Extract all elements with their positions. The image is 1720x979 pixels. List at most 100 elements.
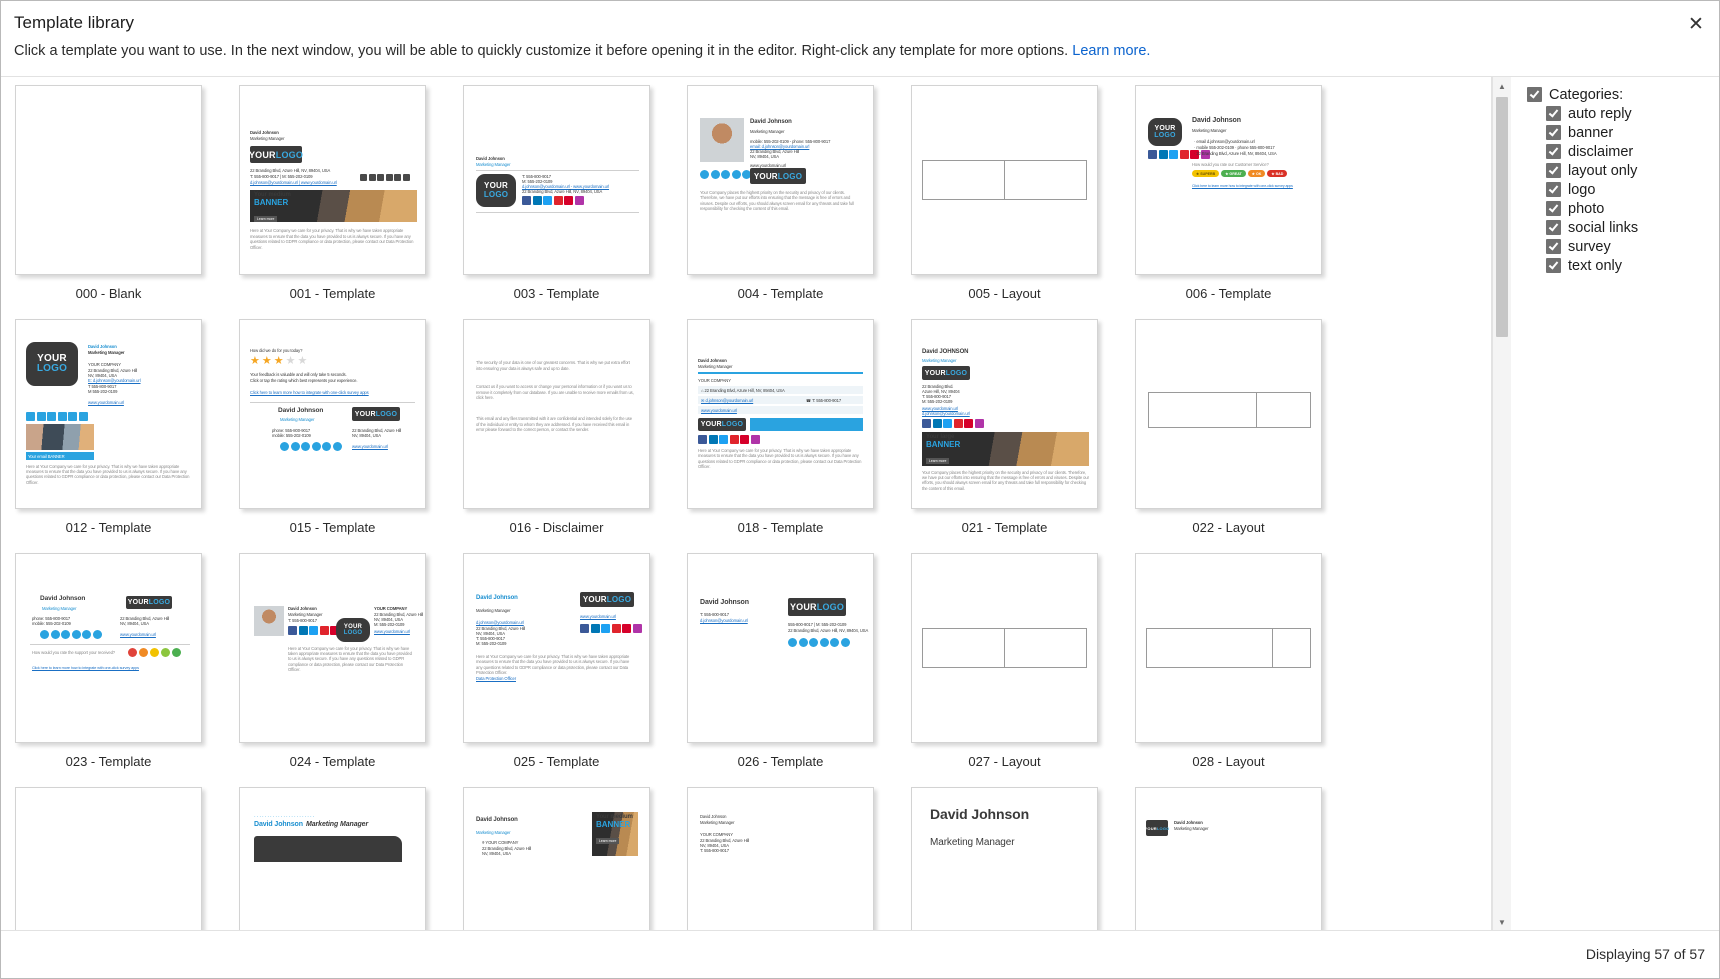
emoji-icon[interactable] <box>161 648 170 657</box>
checkbox-icon[interactable] <box>1546 182 1561 197</box>
social-icon-fb <box>788 638 797 647</box>
layout-divider <box>1256 392 1257 428</box>
template-thumbnail-t033[interactable]: David Johnson Marketing Manager <box>911 787 1098 931</box>
social-icon-tw <box>809 638 818 647</box>
category-label: logo <box>1568 181 1596 198</box>
scrollbar-thumb[interactable] <box>1496 97 1508 337</box>
survey-button-bad[interactable]: ★ BAD <box>1267 170 1288 177</box>
template-thumbnail-t016[interactable]: The security of your data is one of our … <box>463 319 650 509</box>
social-links-icons <box>922 419 984 428</box>
category-item[interactable]: banner <box>1527 123 1719 142</box>
checkbox-icon[interactable] <box>1546 125 1561 140</box>
logo-placeholder: YOUR LOGO <box>126 596 172 609</box>
emoji-icon[interactable] <box>172 648 181 657</box>
template-row: David Johnson Marketing Manager YOUR LOGO ph… <box>1 553 1471 787</box>
template-thumbnail-t027[interactable] <box>911 553 1098 743</box>
emoji-icon[interactable] <box>128 648 137 657</box>
template-thumbnail-t024[interactable]: David Johnson Marketing Manager T: 555-800… <box>239 553 426 743</box>
logo-text-2: LOGO <box>606 595 632 604</box>
template-thumbnail-t032[interactable]: David Johnson Marketing Manager YOUR COMPA… <box>687 787 874 931</box>
gallery-scrollbar[interactable]: ▲ ▼ <box>1492 77 1511 931</box>
checkbox-icon[interactable] <box>1546 258 1561 273</box>
social-icon-li <box>298 626 308 635</box>
template-preview: David Johnson YOUR LOGO Marketing Manager ww… <box>464 554 649 742</box>
template-thumbnail-t006[interactable]: YOUR LOGO David Johnson Marketing Manager · … <box>1135 85 1322 275</box>
template-thumbnail-t001[interactable]: David Johnson Marketing Manager YOUR LOGO 22… <box>239 85 426 275</box>
social-icon-li <box>532 196 542 205</box>
template-cell: David Johnson Marketing Manager ⌾ YOUR COM… <box>463 787 673 931</box>
template-thumbnail-t034[interactable]: YOUR LOGO David Johnson Marketing Manager <box>1135 787 1322 931</box>
template-cell: How did we do for you today? ★ ★ ★ ★ ★ Your fe… <box>239 319 449 547</box>
dialog-description: Click a template you want to use. In the… <box>14 43 1150 59</box>
logo-placeholder: YOUR LOGO <box>698 418 746 431</box>
template-preview: YOUR LOGO David Johnson Marketing Manager YO… <box>26 342 190 485</box>
category-item[interactable]: layout only <box>1527 161 1719 180</box>
checkbox-icon[interactable] <box>1546 201 1561 216</box>
template-cell <box>15 787 225 931</box>
template-thumbnail-t028[interactable] <box>1135 553 1322 743</box>
template-caption: 005 - Layout <box>968 286 1041 301</box>
template-thumbnail-t018[interactable]: David Johnson Marketing Manager YOUR COMPA… <box>687 319 874 509</box>
category-item[interactable]: logo <box>1527 180 1719 199</box>
template-thumbnail-t031[interactable]: David Johnson Marketing Manager ⌾ YOUR COM… <box>463 787 650 931</box>
template-row: YOUR LOGO David Johnson Marketing Manager YO… <box>1 319 1471 553</box>
checkbox-icon[interactable] <box>1546 144 1561 159</box>
emoji-icon[interactable] <box>139 648 148 657</box>
logo-text-2: LOGO <box>945 369 968 377</box>
template-caption: 003 - Template <box>513 286 600 301</box>
category-item[interactable]: photo <box>1527 199 1719 218</box>
checkbox-icon[interactable] <box>1546 106 1561 121</box>
social-icon-li <box>590 624 600 633</box>
social-icon-tw <box>943 419 952 428</box>
logo-text-2: LOGO <box>36 363 68 374</box>
template-thumbnail-t029[interactable] <box>15 787 202 931</box>
template-cell: David Johnson T: 555-800-9017 d.johnson@yo… <box>687 553 897 781</box>
template-thumbnail-t003[interactable]: David Johnson Marketing Manager YOUR LOGO T:… <box>463 85 650 275</box>
social-links-icons <box>26 412 88 421</box>
template-thumbnail-t025[interactable]: David Johnson YOUR LOGO Marketing Manager ww… <box>463 553 650 743</box>
scroll-up-icon[interactable]: ▲ <box>1493 77 1511 95</box>
social-icon-pi <box>622 624 631 633</box>
dialog-body: 000 - Blank David Johnson Marketing Manage… <box>1 77 1719 931</box>
category-item[interactable]: social links <box>1527 218 1719 237</box>
template-thumbnail-t023[interactable]: David Johnson Marketing Manager YOUR LOGO ph… <box>15 553 202 743</box>
survey-button-great[interactable]: ★ GREAT <box>1221 170 1246 177</box>
template-thumbnail-t005[interactable] <box>911 85 1098 275</box>
logo-placeholder: YOUR LOGO <box>476 174 516 207</box>
category-label: banner <box>1568 124 1614 141</box>
template-thumbnail-t021[interactable]: David JOHNSON Marketing Manager YOUR LOGO 22… <box>911 319 1098 509</box>
template-thumbnail-t030[interactable]: ······················· David Johnson Mark… <box>239 787 426 931</box>
logo-text-1: YOUR <box>924 369 946 377</box>
category-item[interactable]: survey <box>1527 237 1719 256</box>
emoji-icon[interactable] <box>150 648 159 657</box>
checkbox-icon[interactable] <box>1546 163 1561 178</box>
template-caption: 001 - Template <box>289 286 376 301</box>
social-links-icons <box>360 174 410 181</box>
categories-header[interactable]: Categories: <box>1527 85 1719 104</box>
category-item[interactable]: text only <box>1527 256 1719 275</box>
template-caption: 012 - Template <box>65 520 152 535</box>
logo-text-2: LOGO <box>816 602 845 612</box>
close-icon[interactable]: ✕ <box>1681 9 1711 39</box>
social-icon-fb <box>580 624 589 633</box>
category-item[interactable]: disclaimer <box>1527 142 1719 161</box>
checkbox-icon[interactable] <box>1546 239 1561 254</box>
category-item[interactable]: auto reply <box>1527 104 1719 123</box>
template-thumbnail-t015[interactable]: How did we do for you today? ★ ★ ★ ★ ★ Your fe… <box>239 319 426 509</box>
checkbox-icon-categories[interactable] <box>1527 87 1542 102</box>
checkbox-icon[interactable] <box>1546 220 1561 235</box>
template-thumbnail-t000[interactable] <box>15 85 202 275</box>
emoji-rating-icons <box>128 648 181 657</box>
banner-image: Your medium BANNER Learn more <box>250 190 417 222</box>
template-preview: David Johnson Marketing Manager T: 555-800… <box>240 554 425 742</box>
template-thumbnail-t012[interactable]: YOUR LOGO David Johnson Marketing Manager YO… <box>15 319 202 509</box>
survey-button-superb[interactable]: ★ SUPERB <box>1192 170 1220 177</box>
template-thumbnail-t022[interactable] <box>1135 319 1322 509</box>
template-gallery[interactable]: 000 - Blank David Johnson Marketing Manage… <box>1 77 1492 931</box>
survey-button-ok[interactable]: ★ OK <box>1247 170 1266 177</box>
learn-more-link[interactable]: Learn more. <box>1072 43 1150 59</box>
social-icon-ig <box>750 435 760 444</box>
template-thumbnail-t004[interactable]: David Johnson Marketing Manager mobile: 55… <box>687 85 874 275</box>
scroll-down-icon[interactable]: ▼ <box>1493 913 1511 931</box>
template-thumbnail-t026[interactable]: David Johnson T: 555-800-9017 d.johnson@yo… <box>687 553 874 743</box>
